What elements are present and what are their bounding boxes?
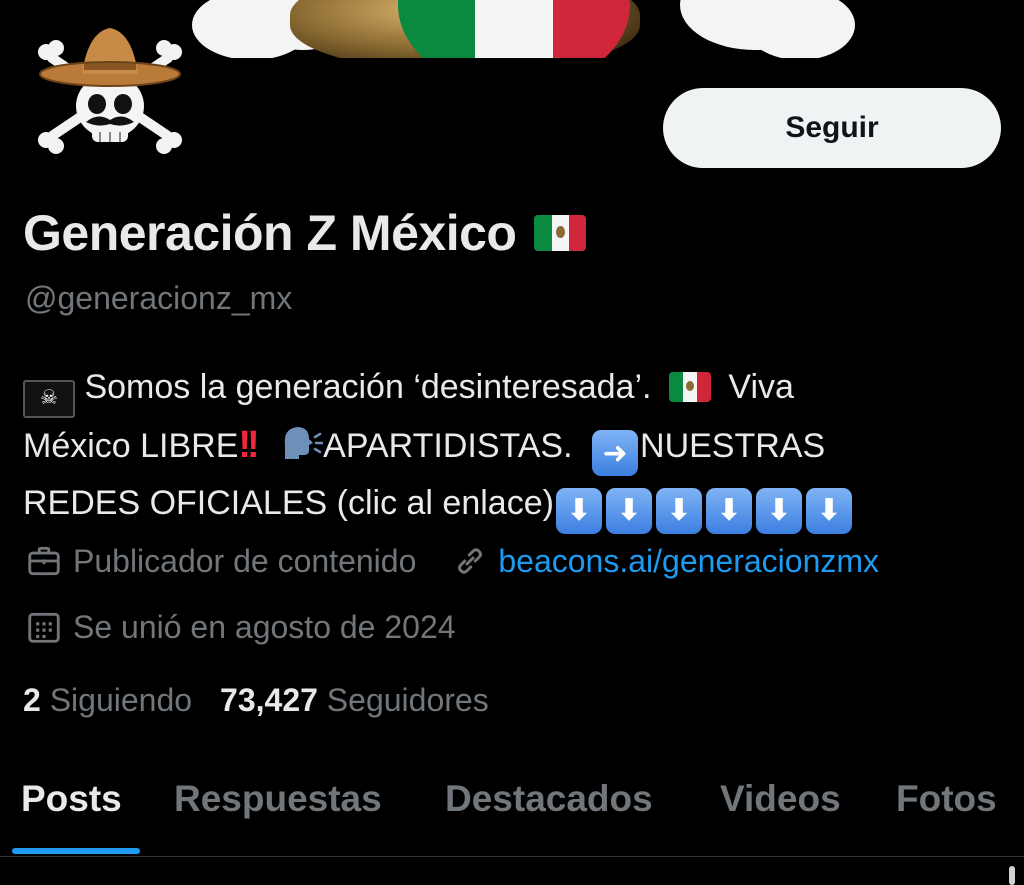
pirate-flag-icon: ☠ (23, 379, 75, 418)
followers-stat[interactable]: 73,427 Seguidores (220, 682, 489, 719)
bio-text: APARTIDISTAS. (323, 426, 573, 465)
link-icon (458, 548, 483, 574)
follow-button[interactable]: Seguir (663, 88, 1001, 168)
speaking-head-icon (279, 423, 324, 463)
mexico-flag-icon (534, 215, 587, 251)
following-count: 2 (23, 682, 41, 718)
profile-joined-row: Se unió en agosto de 2024 (25, 608, 456, 646)
briefcase-icon (28, 546, 60, 576)
banner-flag-image (398, 0, 630, 58)
tab-posts[interactable]: Posts (21, 778, 122, 820)
mexico-flag-icon (668, 372, 711, 402)
arrow-right-icon: ➜ (592, 430, 639, 476)
arrow-down-icon: ⬇ (755, 487, 802, 534)
profile-bio: ☠ Somos la generación ‘desinteresada’. V… (23, 360, 1003, 534)
following-label: Siguiendo (49, 682, 193, 718)
display-name-row: Generación Z México (23, 204, 587, 262)
skull-sombrero-icon (38, 28, 182, 154)
followers-label: Seguidores (326, 682, 489, 718)
followers-count: 73,427 (220, 682, 318, 718)
bio-text: NUESTRAS (640, 426, 826, 465)
arrow-down-icon: ⬇ (805, 487, 852, 534)
profile-handle: @generacionz_mx (25, 280, 293, 316)
avatar[interactable] (30, 18, 190, 158)
calendar-icon (28, 612, 60, 643)
following-stat[interactable]: 2 Siguiendo (23, 682, 192, 719)
arrow-down-icon: ⬇ (555, 487, 602, 534)
arrow-down-icon: ⬇ (705, 487, 752, 534)
profile-meta-row: Publicador de contenido beacons.ai/gener… (25, 542, 879, 580)
bio-text: Viva (728, 368, 794, 406)
double-exclamation-icon: !! (238, 423, 259, 466)
profile-joined-date: Se unió en agosto de 2024 (73, 608, 456, 645)
bio-text: México LIBRE (23, 426, 239, 465)
tab-photos[interactable]: Fotos (896, 778, 997, 820)
arrow-down-icon: ⬇ (605, 487, 652, 534)
display-name: Generación Z México (23, 205, 517, 261)
scrollbar[interactable] (1009, 866, 1015, 885)
banner-cloud (745, 0, 855, 58)
bio-text: REDES OFICIALES (clic al enlace) (23, 484, 554, 522)
arrow-down-icon: ⬇ (655, 487, 702, 534)
active-tab-indicator (12, 848, 140, 854)
profile-category: Publicador de contenido (73, 542, 417, 579)
profile-website-link[interactable]: beacons.ai/generacionzmx (498, 543, 879, 580)
follow-stats: 2 Siguiendo 73,427 Seguidores (23, 682, 489, 719)
tab-replies[interactable]: Respuestas (174, 778, 382, 820)
tab-videos[interactable]: Videos (720, 778, 841, 820)
bio-text: Somos la generación ‘desinteresada’. (84, 368, 652, 406)
tab-highlights[interactable]: Destacados (445, 778, 653, 820)
profile-tabs: Posts Respuestas Destacados Videos Fotos (0, 770, 1024, 857)
